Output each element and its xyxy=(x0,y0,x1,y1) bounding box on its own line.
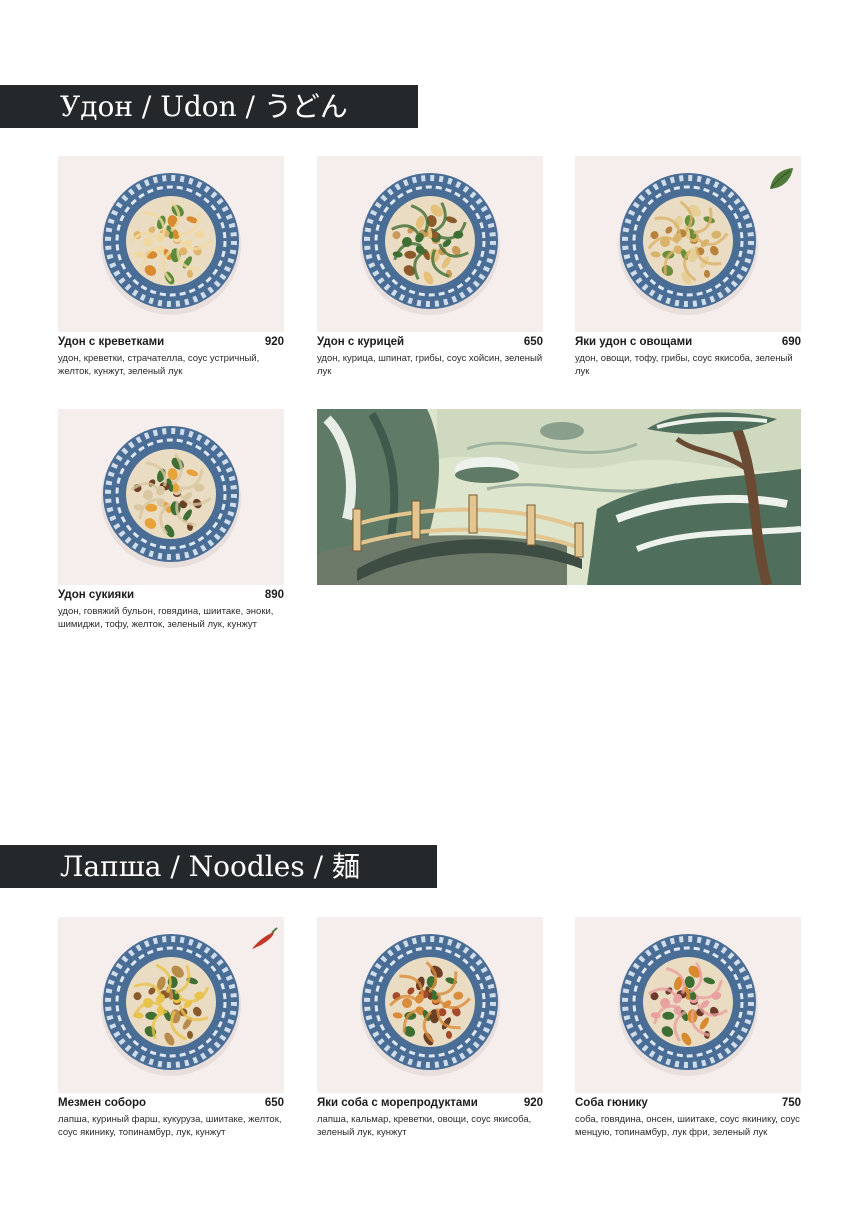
dish-card[interactable]: Мезмен соборо 650 лапша, куриный фарш, к… xyxy=(58,917,284,1139)
dish-photo xyxy=(58,409,284,585)
dish-name: Яки удон с овощами xyxy=(575,336,693,348)
leaf-icon xyxy=(770,168,793,189)
bowl-illustration xyxy=(101,426,241,568)
dish-name: Удон с курицей xyxy=(317,336,405,348)
dish-price: 650 xyxy=(264,1097,284,1109)
chili-pepper-icon xyxy=(252,927,278,949)
bowl-illustration xyxy=(618,934,758,1076)
bowl-illustration xyxy=(101,173,241,315)
section-heading-noodles: Лапша / Noodles / 麺 xyxy=(0,845,437,888)
dish-description: лапша, кальмар, креветки, овощи, соус як… xyxy=(317,1114,532,1138)
dish-name: Мезмен соборо xyxy=(58,1097,147,1109)
dish-description: удон, говяжий бульон, говядина, шиитаке,… xyxy=(58,606,274,630)
dish-description: соба, говядина, онсен, шиитаке, соус яки… xyxy=(575,1114,800,1138)
dish-description: удон, курица, шпинат, грибы, соус хойсин… xyxy=(317,353,543,377)
dish-card[interactable]: Удон сукияки 890 удон, говяжий бульон, г… xyxy=(58,409,284,631)
bowl-illustration xyxy=(360,173,500,315)
dish-price: 750 xyxy=(781,1097,801,1109)
dish-photo xyxy=(58,917,284,1093)
bowl-illustration xyxy=(360,934,500,1076)
dish-photo xyxy=(575,917,801,1093)
dish-description: удон, овощи, тофу, грибы, соус якисоба, … xyxy=(575,353,793,377)
dish-name: Удон с креветками xyxy=(58,336,165,348)
dish-price: 690 xyxy=(781,336,801,348)
dish-card[interactable]: Соба гюнику 750 соба, говядина, онсен, ш… xyxy=(575,917,801,1139)
dish-card[interactable]: Удон с курицей 650 удон, курица, шпинат,… xyxy=(317,156,543,378)
dish-price: 890 xyxy=(264,589,284,601)
dish-photo xyxy=(575,156,801,332)
dish-description: удон, креветки, страчателла, соус устрич… xyxy=(58,353,260,377)
dish-card[interactable]: Удон с креветками 920 удон, креветки, ст… xyxy=(58,156,284,378)
dish-card[interactable]: Яки соба с морепродуктами 920 лапша, кал… xyxy=(317,917,543,1139)
dish-description: лапша, куриный фарш, кукуруза, шиитаке, … xyxy=(58,1114,282,1138)
dish-name: Соба гюнику xyxy=(575,1097,648,1109)
dish-photo xyxy=(317,156,543,332)
section-heading-udon: Удон / Udon / うどん xyxy=(0,85,418,128)
dish-name: Удон сукияки xyxy=(58,589,135,601)
dish-name: Яки соба с морепродуктами xyxy=(317,1097,478,1109)
dish-card[interactable]: Яки удон с овощами 690 удон, овощи, тофу… xyxy=(575,156,801,378)
dish-photo xyxy=(317,917,543,1093)
dish-price: 650 xyxy=(523,336,543,348)
dish-photo xyxy=(58,156,284,332)
dish-price: 920 xyxy=(264,336,284,348)
dish-price: 920 xyxy=(523,1097,543,1109)
landscape-bridge-illustration xyxy=(317,409,801,585)
